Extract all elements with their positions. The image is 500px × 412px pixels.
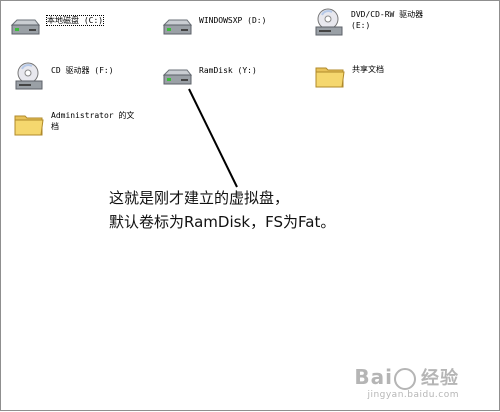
paw-icon — [394, 367, 416, 390]
explorer-window: 本地磁盘 (C:) WINDOWSXP (D:) DVD/CD-RW 驱动器 (… — [0, 0, 500, 411]
watermark-url: jingyan.baidu.com — [367, 390, 459, 400]
baidu-watermark: Bai 经验 jingyan.baidu.com — [354, 364, 459, 400]
annotation-text: 这就是刚才建立的虚拟盘， 默认卷标为RamDisk，FS为Fat。 — [109, 186, 335, 234]
annotation-line-1: 这就是刚才建立的虚拟盘， — [109, 189, 290, 207]
baidu-logo: Bai 经验 — [354, 365, 459, 390]
annotation-line-2: 默认卷标为RamDisk，FS为Fat。 — [109, 213, 336, 231]
